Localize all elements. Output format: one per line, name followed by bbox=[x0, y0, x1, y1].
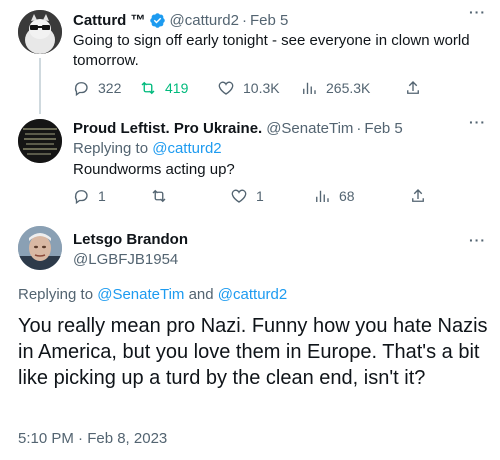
author-name[interactable]: Proud Leftist. Pro Ukraine. bbox=[73, 120, 262, 137]
like-button[interactable]: 1 bbox=[230, 187, 313, 205]
separator-dot: · bbox=[241, 11, 247, 29]
tweet-text: Going to sign off early tonight - see ev… bbox=[73, 32, 470, 69]
verified-badge-icon bbox=[149, 12, 165, 28]
replying-to: Replying to @catturd2 bbox=[73, 140, 222, 157]
separator-dot: · bbox=[356, 119, 362, 137]
views-button[interactable]: 68 bbox=[313, 187, 409, 205]
thread-line bbox=[39, 58, 41, 114]
views-button[interactable]: 265.3K bbox=[300, 79, 404, 97]
retweet-icon bbox=[141, 81, 155, 95]
share-icon bbox=[407, 81, 419, 94]
tweet-header: Catturd ™ @catturd2 · Feb 5 bbox=[73, 10, 288, 30]
share-button[interactable] bbox=[409, 187, 427, 205]
author-name[interactable]: Letsgo Brandon bbox=[73, 231, 188, 248]
reply-count: 322 bbox=[98, 80, 122, 96]
heart-icon bbox=[218, 81, 234, 95]
retweet-icon bbox=[152, 189, 166, 203]
replying-to: Replying to @SenateTim and @catturd2 bbox=[18, 286, 287, 303]
retweet-count: 419 bbox=[165, 80, 189, 96]
reply-button[interactable]: 322 bbox=[72, 79, 139, 97]
share-icon bbox=[412, 189, 424, 202]
avatar-catturd[interactable] bbox=[18, 10, 62, 54]
and-label: and bbox=[188, 286, 214, 303]
mention-link-senatetim[interactable]: @SenateTim bbox=[97, 286, 184, 303]
retweet-button[interactable] bbox=[150, 187, 230, 205]
tweet-catturd[interactable]: Catturd ™ @catturd2 · Feb 5 ··· Going to… bbox=[0, 0, 500, 114]
replying-label: Replying to bbox=[73, 140, 149, 157]
reply-count: 1 bbox=[98, 188, 106, 204]
views-chart-icon bbox=[316, 190, 329, 202]
reply-button[interactable]: 1 bbox=[72, 187, 150, 205]
views-chart-icon bbox=[303, 82, 316, 94]
tweet-date[interactable]: Feb 5 bbox=[250, 12, 288, 29]
tweet-header: Proud Leftist. Pro Ukraine. @SenateTim ·… bbox=[73, 118, 403, 138]
author-handle[interactable]: @catturd2 bbox=[170, 12, 239, 29]
more-options-icon[interactable]: ··· bbox=[469, 4, 486, 20]
heart-icon bbox=[231, 189, 247, 203]
tweet-actions: 322 419 10.3K 265.3K bbox=[72, 79, 422, 97]
reply-icon bbox=[74, 82, 88, 97]
reply-icon bbox=[74, 190, 88, 205]
author-handle[interactable]: @SenateTim bbox=[266, 120, 353, 137]
like-count: 1 bbox=[256, 188, 264, 204]
like-button[interactable]: 10.3K bbox=[217, 79, 300, 97]
author-name[interactable]: Catturd ™ bbox=[73, 12, 146, 29]
avatar-senatetim[interactable] bbox=[18, 119, 62, 163]
tweet-actions: 1 1 68 bbox=[72, 187, 427, 205]
main-tweet-text: You really mean pro Nazi. Funny how you … bbox=[18, 315, 488, 389]
views-count: 265.3K bbox=[326, 80, 371, 96]
avatar-lgbfjb[interactable] bbox=[18, 226, 62, 270]
share-button[interactable] bbox=[404, 79, 422, 97]
tweet-timestamp[interactable]: 5:10 PM · Feb 8, 2023 bbox=[18, 430, 167, 447]
views-count: 68 bbox=[339, 188, 355, 204]
mention-link-catturd[interactable]: @catturd2 bbox=[218, 286, 287, 303]
like-count: 10.3K bbox=[243, 80, 280, 96]
tweet-senatetim[interactable]: Proud Leftist. Pro Ukraine. @SenateTim ·… bbox=[0, 110, 500, 214]
more-options-icon[interactable]: ··· bbox=[469, 114, 486, 130]
mention-link[interactable]: @catturd2 bbox=[152, 140, 221, 157]
more-options-icon[interactable]: ··· bbox=[469, 232, 486, 248]
replying-label: Replying to bbox=[18, 286, 94, 303]
author-handle[interactable]: @LGBFJB1954 bbox=[73, 251, 178, 268]
tweet-date[interactable]: Feb 5 bbox=[364, 120, 402, 137]
retweet-button[interactable]: 419 bbox=[139, 79, 217, 97]
tweet-text: Roundworms acting up? bbox=[73, 161, 235, 178]
